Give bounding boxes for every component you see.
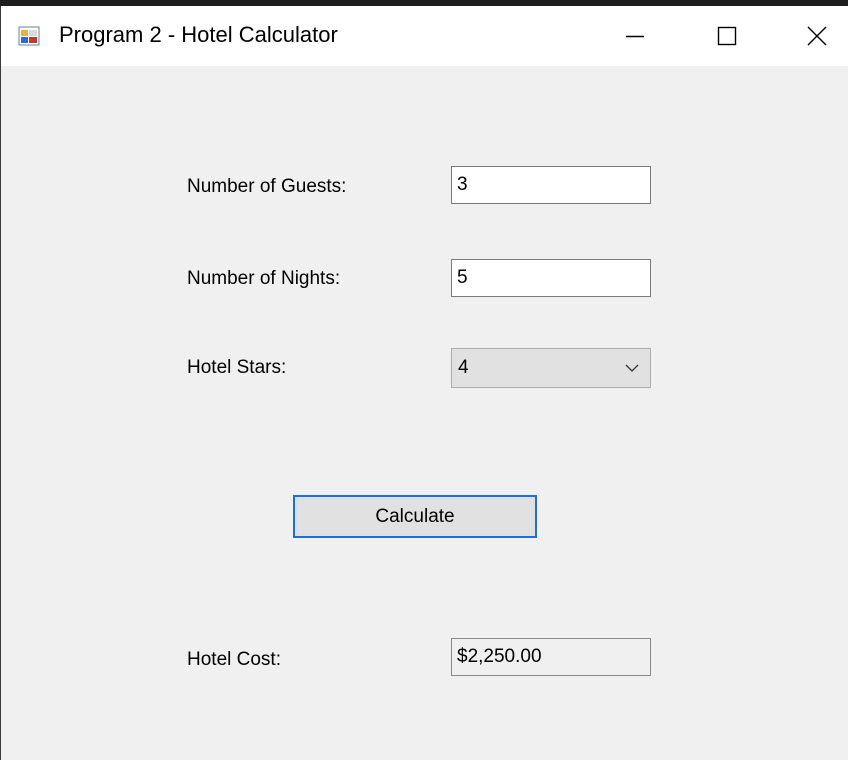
calculate-button-label: Calculate — [375, 505, 455, 527]
app-window: Program 2 - Hotel Calculator Number of G… — [0, 6, 848, 760]
nights-label: Number of Nights: — [187, 268, 341, 289]
close-icon — [807, 26, 827, 46]
guests-input[interactable]: 3 — [451, 166, 651, 204]
calculate-button[interactable]: Calculate — [293, 495, 537, 538]
minimize-button[interactable] — [589, 6, 681, 66]
title-bar[interactable]: Program 2 - Hotel Calculator — [1, 6, 848, 66]
stars-label: Hotel Stars: — [187, 357, 287, 378]
cost-output: $2,250.00 — [451, 638, 651, 676]
maximize-icon — [717, 26, 737, 46]
maximize-button[interactable] — [681, 6, 773, 66]
minimize-icon — [626, 35, 644, 38]
guests-label: Number of Guests: — [187, 176, 347, 197]
cost-label: Hotel Cost: — [187, 649, 281, 670]
close-button[interactable] — [771, 6, 848, 66]
window-title: Program 2 - Hotel Calculator — [59, 22, 338, 47]
nights-input[interactable]: 5 — [451, 259, 651, 297]
chevron-down-icon — [625, 364, 639, 372]
winforms-app-icon — [18, 26, 40, 46]
stars-selected-value: 4 — [458, 357, 469, 378]
stars-dropdown[interactable]: 4 — [451, 348, 651, 388]
